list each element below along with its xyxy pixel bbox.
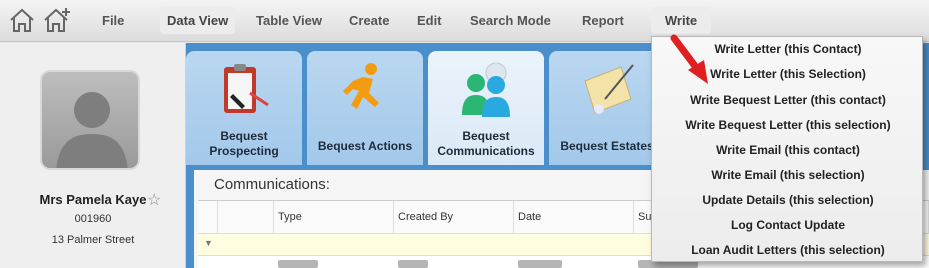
menu-item-write-bequest-letter-contact[interactable]: Write Bequest Letter (this contact): [652, 88, 924, 113]
home-add-icon[interactable]: [42, 6, 70, 34]
contact-panel: Mrs Pamela Kaye ☆ 001960 13 Palmer Stree…: [0, 43, 186, 268]
column-header-created-by[interactable]: Created By: [394, 201, 514, 234]
menu-item-write-email-selection[interactable]: Write Email (this selection): [652, 163, 924, 188]
running-man-icon: [333, 59, 397, 123]
menu-item-update-details-selection[interactable]: Update Details (this selection): [652, 188, 924, 213]
filter-icon[interactable]: ▼: [204, 238, 213, 248]
panel-title: Communications:: [214, 176, 330, 193]
column-header-date[interactable]: Date: [514, 201, 634, 234]
scroll-quill-icon: [575, 59, 639, 123]
home-icon[interactable]: [8, 6, 36, 34]
column-header-type[interactable]: Type: [274, 201, 394, 234]
people-chat-icon: [454, 59, 518, 123]
red-arrow-icon: [668, 34, 714, 90]
menu-file[interactable]: File: [95, 7, 131, 34]
tab-label: Bequest Prospecting: [209, 129, 279, 158]
person-silhouette-icon: [40, 70, 140, 170]
tab-bequest-prospecting[interactable]: Bequest Prospecting: [186, 51, 302, 165]
menu-item-write-email-contact[interactable]: Write Email (this contact): [652, 138, 924, 163]
tab-label: Bequest Actions: [317, 139, 413, 153]
menu-create[interactable]: Create: [342, 7, 396, 34]
menu-data-view[interactable]: Data View: [160, 7, 236, 34]
menu-table-view[interactable]: Table View: [249, 7, 329, 34]
menu-item-loan-audit-letters-selection[interactable]: Loan Audit Letters (this selection): [652, 238, 924, 263]
tab-label: Bequest Communications: [437, 129, 535, 158]
menu-report[interactable]: Report: [575, 7, 631, 34]
menu-write[interactable]: Write: [651, 7, 711, 34]
tab-bequest-estates[interactable]: Bequest Estates: [549, 51, 665, 165]
menu-item-log-contact-update[interactable]: Log Contact Update: [652, 213, 924, 238]
menu-edit[interactable]: Edit: [410, 7, 449, 34]
tab-bequest-communications[interactable]: Bequest Communications: [428, 51, 544, 165]
tab-label: Bequest Estates: [560, 139, 654, 153]
menu-item-write-bequest-letter-selection[interactable]: Write Bequest Letter (this selection): [652, 113, 924, 138]
tab-bequest-actions[interactable]: Bequest Actions: [307, 51, 423, 165]
contact-id: 001960: [74, 213, 112, 225]
grid-row-header: [198, 201, 218, 234]
star-outline-icon[interactable]: ☆: [147, 190, 161, 210]
clipboard-pen-icon: [212, 59, 276, 123]
contact-address: 13 Palmer Street: [51, 234, 135, 246]
grid-select-column: [218, 201, 274, 234]
menu-search-mode[interactable]: Search Mode: [463, 7, 558, 34]
